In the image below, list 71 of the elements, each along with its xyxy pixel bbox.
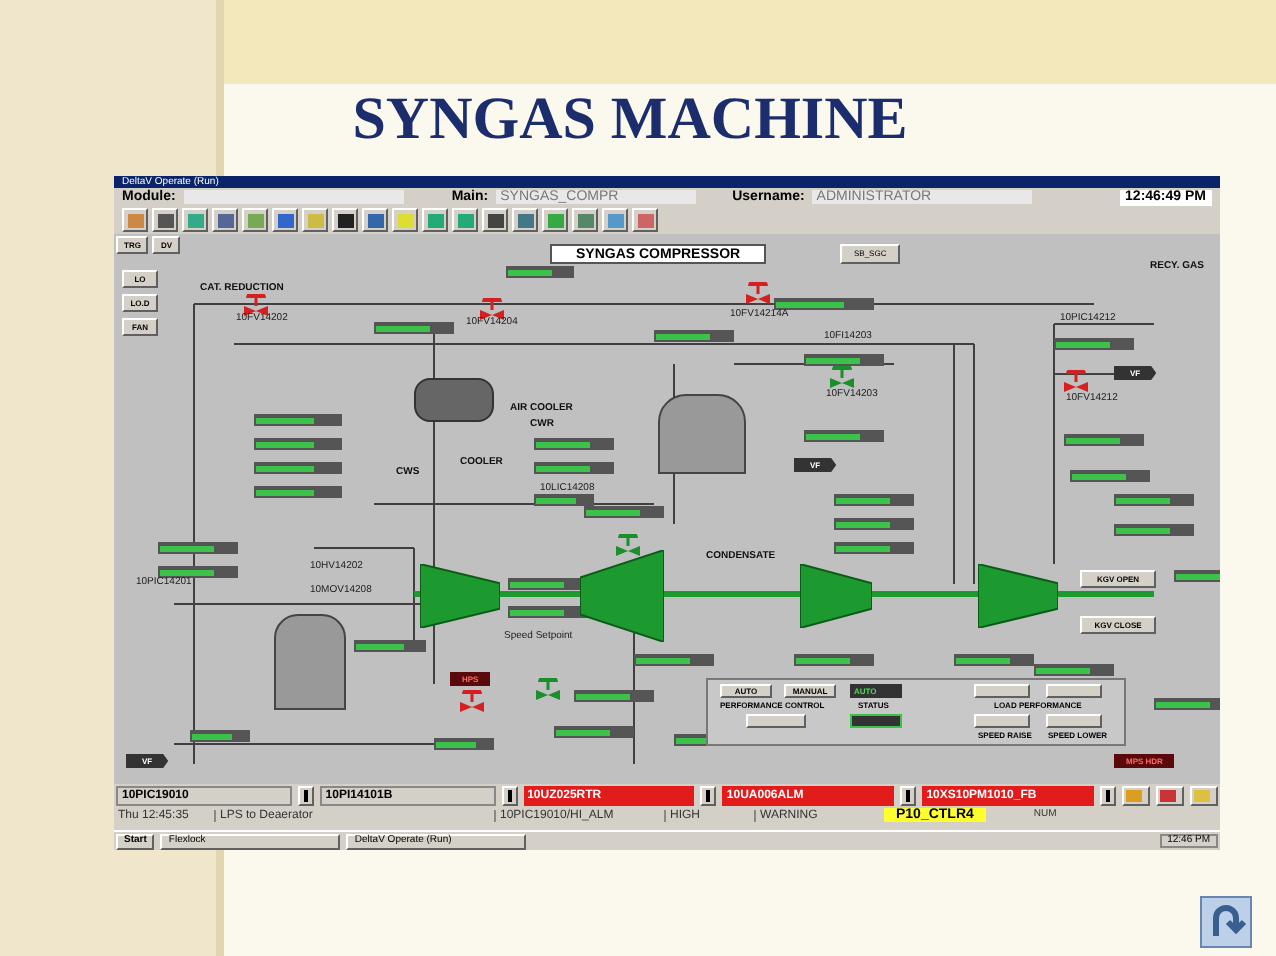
value-display (158, 566, 238, 578)
value-display (254, 414, 342, 426)
panel-button[interactable] (974, 714, 1030, 728)
toolbar-icon[interactable] (212, 208, 238, 232)
return-icon[interactable] (1200, 896, 1252, 948)
valve-icon[interactable] (744, 282, 772, 306)
value-display (554, 726, 634, 738)
info-icon[interactable] (1099, 785, 1116, 805)
status-indicator (850, 714, 902, 728)
value-display (654, 330, 734, 342)
toolbar-icon[interactable] (392, 208, 418, 232)
toolbar-icon[interactable] (242, 208, 268, 232)
value-display (804, 354, 884, 366)
valve-icon[interactable] (1062, 370, 1090, 394)
value-display (254, 438, 342, 450)
value-display (834, 518, 914, 530)
value-display (354, 640, 426, 652)
value-display (1114, 524, 1194, 536)
value-display (804, 430, 884, 442)
panel-button[interactable] (1046, 714, 1102, 728)
compressor-drawing (580, 550, 664, 642)
value-display (774, 298, 874, 310)
value-display (1114, 494, 1194, 506)
toolbar-icon[interactable] (482, 208, 508, 232)
valve-icon[interactable] (458, 690, 486, 714)
value-display (534, 462, 614, 474)
toolbar-icon[interactable] (542, 208, 568, 232)
cooler-drawing (414, 378, 494, 422)
compressor-drawing (800, 564, 872, 628)
value-display (1054, 338, 1134, 350)
toolbar-icon[interactable] (362, 208, 388, 232)
toolbar-icon[interactable] (122, 208, 148, 232)
value-display (506, 266, 574, 278)
value-display (834, 542, 914, 554)
toolbar-icon[interactable] (422, 208, 448, 232)
value-display (634, 654, 714, 666)
compressor-drawing (978, 564, 1058, 628)
slide-title: SYNGAS MACHINE (352, 84, 908, 156)
module-field[interactable] (183, 190, 404, 204)
info-icon[interactable] (900, 785, 917, 805)
value-display (534, 438, 614, 450)
compressor-drawing (420, 564, 500, 628)
toolbar-icon[interactable] (152, 208, 178, 232)
toolbar-icon[interactable] (572, 208, 598, 232)
value-display (834, 494, 914, 506)
value-display (1064, 434, 1144, 446)
toolbar-icon[interactable] (272, 208, 298, 232)
info-icon[interactable] (297, 785, 314, 805)
vessel-drawing (274, 614, 346, 710)
toolbar-icon[interactable] (632, 208, 658, 232)
value-display (190, 730, 250, 742)
toolbar-icon[interactable] (512, 208, 538, 232)
panel-button[interactable] (746, 714, 806, 728)
info-icon[interactable] (501, 785, 518, 805)
value-display (574, 690, 654, 702)
toolbar-icon[interactable] (302, 208, 328, 232)
toolbar-icon[interactable] (332, 208, 358, 232)
value-display (1070, 470, 1150, 482)
info-icon[interactable] (700, 785, 717, 805)
value-display (158, 542, 238, 554)
vessel-drawing (658, 394, 746, 474)
toolbar-icon[interactable] (182, 208, 208, 232)
value-display (794, 654, 874, 666)
value-display (254, 462, 342, 474)
value-display (374, 322, 454, 334)
value-display (1154, 698, 1220, 710)
value-display (508, 606, 588, 618)
toolbar-icon[interactable] (452, 208, 478, 232)
value-display (434, 738, 494, 750)
value-display (254, 486, 342, 498)
toolbar-icon[interactable] (602, 208, 628, 232)
